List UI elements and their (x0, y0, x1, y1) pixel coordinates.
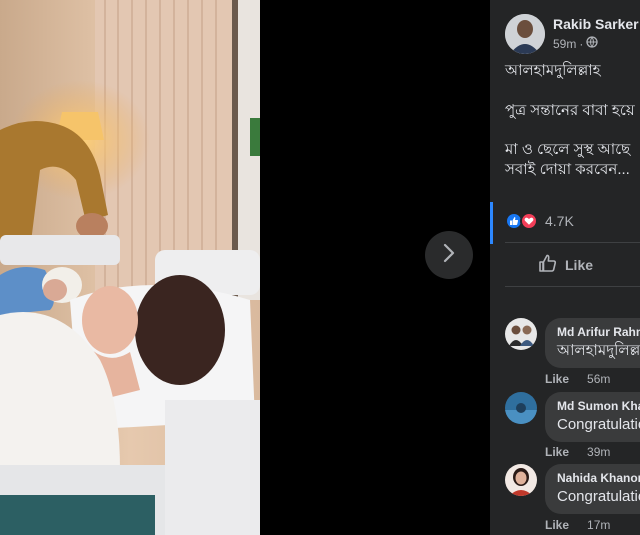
comment: Nahida Khanom Congratulation (505, 464, 640, 514)
comment-time[interactable]: 39m (587, 445, 610, 459)
author-avatar[interactable] (505, 14, 545, 54)
love-reaction-icon (520, 212, 538, 230)
post-photo[interactable] (0, 0, 260, 535)
commenter-name[interactable]: Nahida Khanom (557, 471, 640, 486)
commenter-name[interactable]: Md Arifur Rahm (557, 325, 640, 340)
thumbs-up-icon (538, 253, 558, 276)
comment-actions: Like 39m (545, 445, 610, 459)
post-side-panel: Rakib Sarker 59m · আলহামদুলিল্লাহ পুত্র … (490, 0, 640, 535)
comment: Md Arifur Rahm আলহামদুলিল্ল (505, 318, 640, 368)
comment-bubble[interactable]: Md Arifur Rahm আলহামদুলিল্ল (545, 318, 640, 368)
divider (505, 286, 640, 287)
comment-actions: Like 56m (545, 372, 610, 386)
comment-bubble[interactable]: Nahida Khanom Congratulation (545, 464, 640, 514)
comment-actions: Like 17m (545, 518, 610, 532)
globe-icon (586, 36, 598, 52)
commenter-avatar[interactable] (505, 464, 537, 496)
comment-like-button[interactable]: Like (545, 518, 569, 532)
commenter-avatar[interactable] (505, 392, 537, 424)
post-text-line: মা ও ছেলে সুস্থ আছে (505, 141, 631, 158)
like-button-label: Like (565, 256, 594, 273)
post-header: Rakib Sarker 59m · (505, 14, 639, 54)
post-text-line: আলহামদুলিল্লাহ (505, 62, 601, 79)
divider (505, 242, 640, 243)
author-name[interactable]: Rakib Sarker (553, 15, 639, 33)
comment-bubble[interactable]: Md Sumon Kha Congratulation (545, 392, 640, 442)
like-button[interactable]: Like (538, 253, 593, 276)
commenter-name[interactable]: Md Sumon Kha (557, 399, 640, 414)
post-time[interactable]: 59m (553, 36, 576, 52)
comment-text: Congratulation (557, 488, 640, 505)
comment-time[interactable]: 17m (587, 518, 610, 532)
post-text-line: পুত্র সন্তানের বাবা হয়ে (505, 102, 635, 119)
chevron-right-icon (441, 243, 457, 268)
comment: Md Sumon Kha Congratulation (505, 392, 640, 442)
reactions-summary[interactable]: 4.7K (505, 212, 574, 230)
meta-separator: · (579, 37, 584, 51)
comment-text: Congratulation (557, 416, 640, 433)
comment-like-button[interactable]: Like (545, 372, 569, 386)
next-photo-button[interactable] (425, 231, 473, 279)
comment-text: আলহামদুলিল্ল (557, 342, 640, 359)
photo-viewer (0, 0, 490, 535)
commenter-avatar[interactable] (505, 318, 537, 350)
scroll-indicator (490, 202, 493, 244)
post-text-line: সবাই দোয়া করবেন... (505, 161, 630, 178)
comment-time[interactable]: 56m (587, 372, 610, 386)
comment-like-button[interactable]: Like (545, 445, 569, 459)
reaction-count: 4.7K (545, 213, 574, 229)
